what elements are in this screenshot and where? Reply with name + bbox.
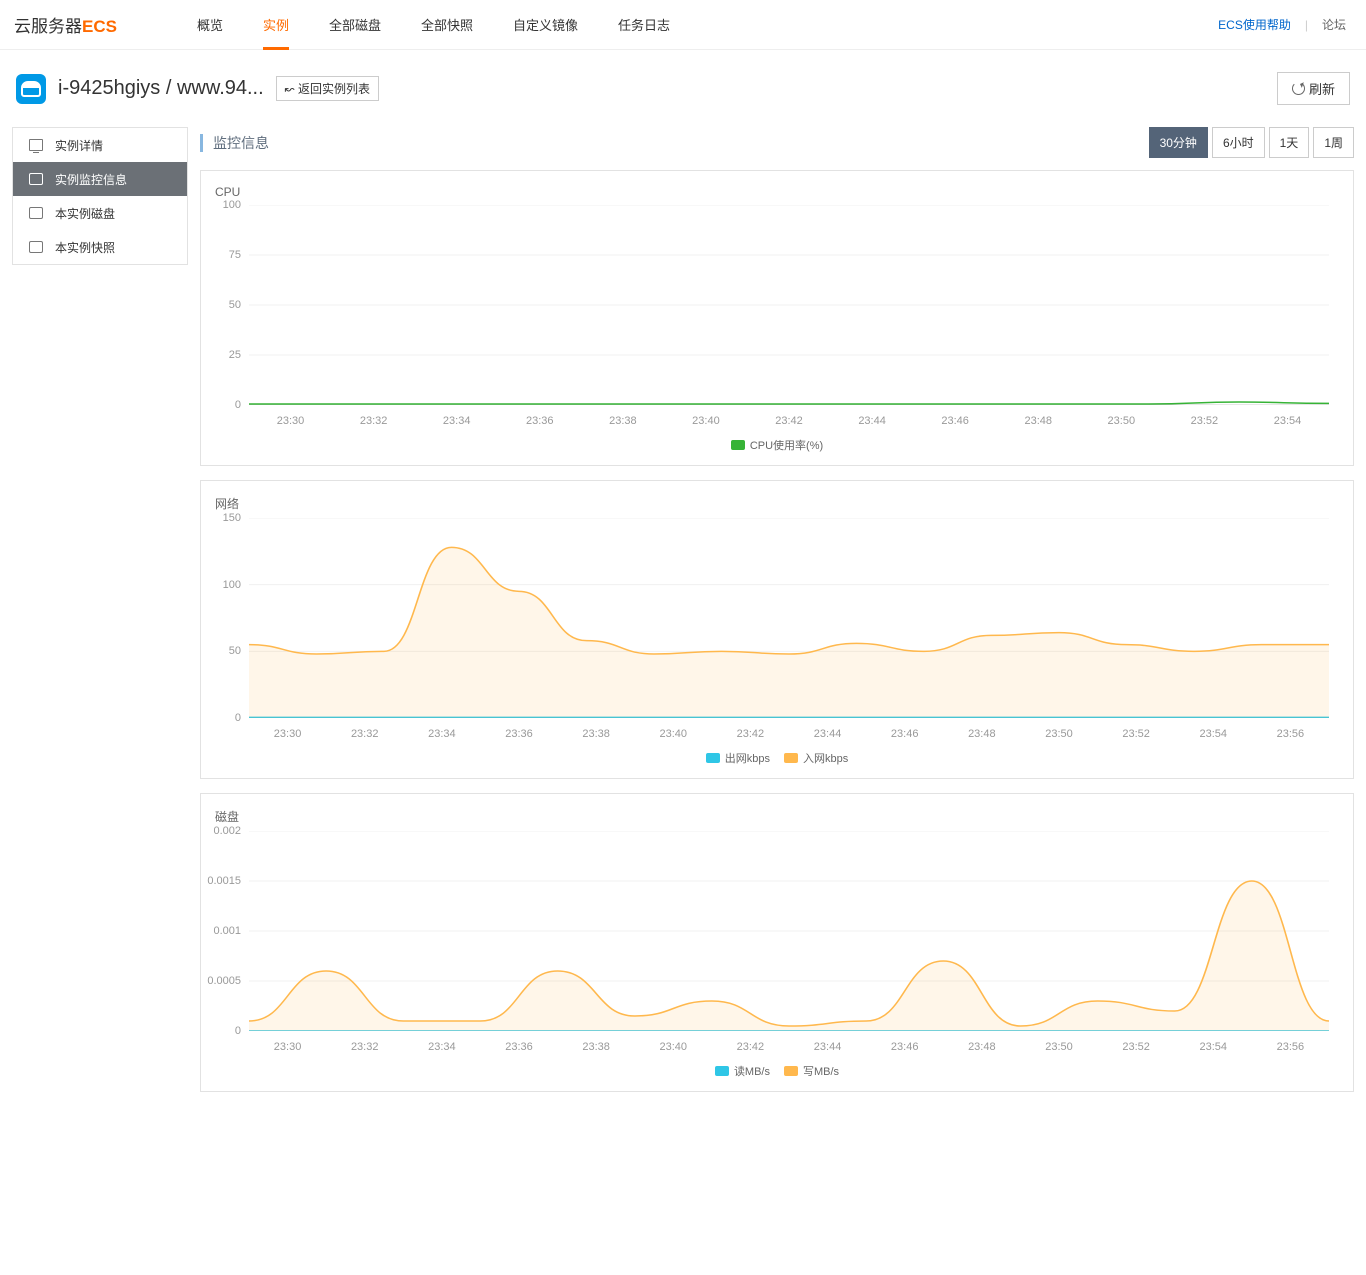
nav-tab-0[interactable]: 概览 [177, 0, 243, 50]
refresh-icon [1292, 82, 1305, 95]
refresh-button[interactable]: 刷新 [1277, 72, 1350, 105]
back-button[interactable]: ↜ 返回实例列表 [276, 76, 379, 101]
sidebar-icon [29, 241, 43, 253]
range-1[interactable]: 6小时 [1212, 127, 1265, 158]
section-title: 监控信息 [200, 134, 269, 152]
sidebar-item-0[interactable]: 实例详情 [13, 128, 187, 162]
x-axis: 23:3023:3223:3423:3623:3823:4023:4223:44… [249, 722, 1329, 740]
legend: 读MB/s 写MB/s [215, 1053, 1339, 1083]
legend-item[interactable]: 写MB/s [784, 1063, 839, 1079]
legend-swatch [715, 1066, 729, 1076]
x-axis: 23:3023:3223:3423:3623:3823:4023:4223:44… [249, 409, 1329, 427]
top-nav: 概览实例全部磁盘全部快照自定义镜像任务日志 [177, 0, 690, 50]
sidebar-item-1[interactable]: 实例监控信息 [13, 162, 187, 196]
legend: CPU使用率(%) [215, 427, 1339, 457]
panel-title: CPU [215, 185, 1339, 199]
forum-link[interactable]: 论坛 [1322, 16, 1346, 33]
range-2[interactable]: 1天 [1269, 127, 1310, 158]
legend-swatch [784, 1066, 798, 1076]
x-axis: 23:3023:3223:3423:3623:3823:4023:4223:44… [249, 1035, 1329, 1053]
panel-title: 网络 [215, 495, 1339, 512]
help-link[interactable]: ECS使用帮助 [1218, 16, 1291, 33]
chart-cpu: 0255075100 [249, 205, 1329, 405]
legend-item[interactable]: 出网kbps [706, 750, 770, 766]
sidebar-item-2[interactable]: 本实例磁盘 [13, 196, 187, 230]
nav-tab-2[interactable]: 全部磁盘 [309, 0, 401, 50]
panel-disk: 磁盘 00.00050.0010.00150.002 23:3023:3223:34… [200, 793, 1354, 1092]
instance-icon [16, 74, 46, 104]
legend-item[interactable]: 入网kbps [784, 750, 848, 766]
legend-swatch [706, 753, 720, 763]
legend-swatch [731, 440, 745, 450]
range-3[interactable]: 1周 [1313, 127, 1354, 158]
nav-tab-1[interactable]: 实例 [243, 0, 309, 50]
chart-disk: 00.00050.0010.00150.002 [249, 831, 1329, 1031]
legend-item[interactable]: 读MB/s [715, 1063, 770, 1079]
legend: 出网kbps 入网kbps [215, 740, 1339, 770]
sidebar: 实例详情实例监控信息本实例磁盘本实例快照 [12, 127, 188, 265]
legend-swatch [784, 753, 798, 763]
nav-tab-5[interactable]: 任务日志 [598, 0, 690, 50]
nav-tab-3[interactable]: 全部快照 [401, 0, 493, 50]
range-0[interactable]: 30分钟 [1149, 127, 1208, 158]
legend-item[interactable]: CPU使用率(%) [731, 437, 823, 453]
panel-cpu: CPU 0255075100 23:3023:3223:3423:3623:3823… [200, 170, 1354, 466]
time-range-group: 30分钟6小时1天1周 [1149, 127, 1354, 158]
brand-logo: 云服务器ECS [14, 12, 117, 37]
panel-title: 磁盘 [215, 808, 1339, 825]
nav-tab-4[interactable]: 自定义镜像 [493, 0, 598, 50]
sidebar-item-3[interactable]: 本实例快照 [13, 230, 187, 264]
sidebar-icon [29, 139, 43, 151]
sidebar-icon [29, 207, 43, 219]
panel-net: 网络 050100150 23:3023:3223:3423:3623:3823:4… [200, 480, 1354, 779]
sidebar-icon [29, 173, 43, 185]
page-title: i-9425hgiys / www.94... [58, 77, 264, 100]
chart-net: 050100150 [249, 518, 1329, 718]
